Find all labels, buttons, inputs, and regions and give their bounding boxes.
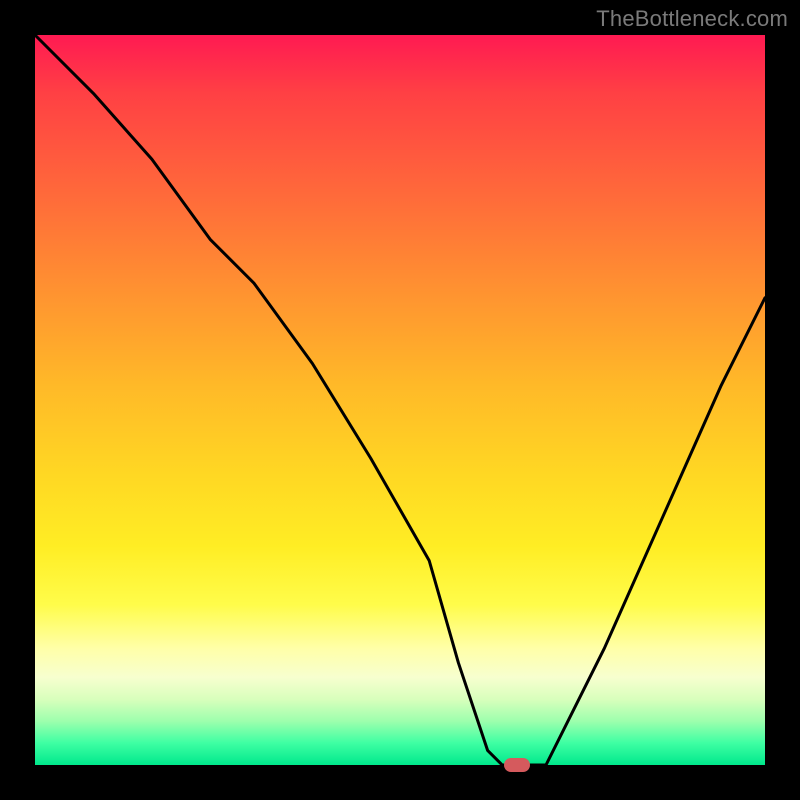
watermark-text: TheBottleneck.com [596,6,788,32]
plot-area [35,35,765,765]
bottleneck-curve [35,35,765,765]
optimal-marker [504,758,530,772]
curve-svg [35,35,765,765]
chart-container: TheBottleneck.com [0,0,800,800]
